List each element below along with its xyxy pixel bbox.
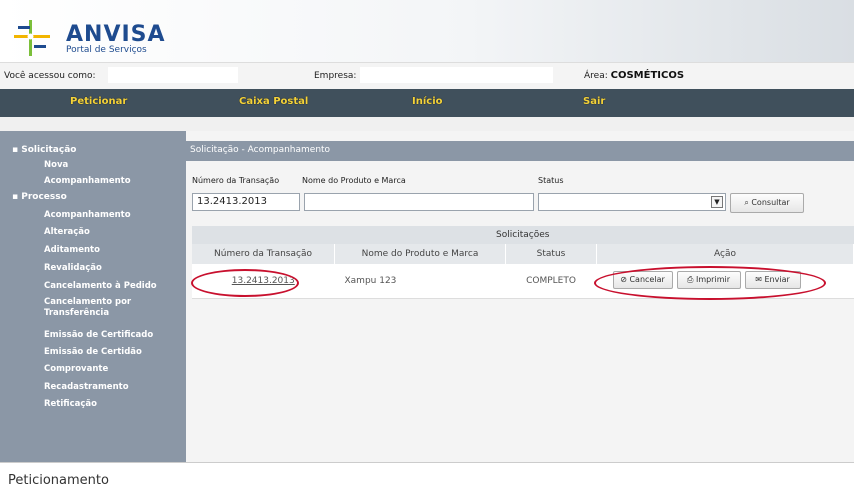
anvisa-logo-icon [14,20,50,56]
menu-square-icon: ▪ [12,192,19,202]
sidebar-item-nova[interactable]: Nova [44,160,184,171]
area-label: Área: COSMÉTICOS [584,70,685,81]
sidebar-item-recadastramento[interactable]: Recadastramento [44,382,184,393]
brand-title: ANVISA [66,22,166,47]
menu-square-icon: ▪ [12,145,19,155]
nav-inicio[interactable]: Início [412,96,443,107]
sidebar-section-solicitacao[interactable]: ▪ Solicitação [12,145,76,155]
sidebar-item-cancelamento-transferencia[interactable]: Cancelamento por Transferência [44,297,144,319]
search-icon: ⌕ [744,198,749,207]
header-action: Ação [596,244,854,264]
spacer [0,117,854,131]
table-caption: Solicitações [192,226,854,244]
product-label: Nome do Produto e Marca [302,176,406,185]
cell-status: COMPLETO [505,264,597,299]
sidebar-section-processo[interactable]: ▪ Processo [12,192,67,202]
main-content: Solicitação - Acompanhamento Número da T… [186,131,854,462]
highlight-circle-transaction [191,269,299,297]
footer: Peticionamento [0,462,854,498]
company-value [360,67,553,83]
user-value [108,67,238,83]
search-button[interactable]: ⌕ Consultar [730,193,804,213]
nav-sair[interactable]: Sair [583,96,605,107]
sidebar-item-revalidacao[interactable]: Revalidação [44,263,184,274]
nav-caixa-postal[interactable]: Caixa Postal [239,96,308,107]
table-header-row: Número da Transação Nome do Produto e Ma… [192,244,854,264]
cell-product: Xampu 123 [334,264,506,299]
transaction-input[interactable]: 13.2413.2013 [192,193,300,211]
area-value: COSMÉTICOS [610,70,685,81]
header-product: Nome do Produto e Marca [334,244,506,264]
footer-text: Peticionamento [8,473,109,488]
header-status: Status [505,244,597,264]
sidebar-item-acompanhamento-solicitacao[interactable]: Acompanhamento [44,176,184,187]
chevron-down-icon[interactable]: ▼ [711,196,723,208]
header: ANVISA Portal de Serviços [0,0,854,62]
sidebar-item-cancelamento-pedido[interactable]: Cancelamento à Pedido [44,281,184,292]
user-info-bar: Você acessou como: Empresa: Área: COSMÉT… [0,62,854,90]
sidebar-item-retificacao[interactable]: Retificação [44,399,184,410]
sidebar-item-alteracao[interactable]: Alteração [44,227,184,238]
sidebar-item-comprovante[interactable]: Comprovante [44,364,184,375]
sidebar-item-emissao-certificado[interactable]: Emissão de Certificado [44,330,184,341]
brand-subtitle: Portal de Serviços [66,45,147,55]
highlight-circle-actions [594,266,826,300]
sidebar-item-aditamento[interactable]: Aditamento [44,245,184,256]
status-select[interactable] [538,193,726,211]
panel-title: Solicitação - Acompanhamento [186,141,854,161]
sidebar: ▪ Solicitação Nova Acompanhamento ▪ Proc… [0,131,186,462]
sidebar-item-emissao-certidao[interactable]: Emissão de Certidão [44,347,184,358]
sidebar-item-acompanhamento[interactable]: Acompanhamento [44,210,184,221]
product-input[interactable] [304,193,534,211]
transaction-label: Número da Transação [192,176,280,185]
status-label: Status [538,176,564,185]
header-transaction: Número da Transação [192,244,335,264]
main-nav: Peticionar Caixa Postal Início Sair [0,89,854,117]
nav-peticionar[interactable]: Peticionar [70,96,127,107]
company-label: Empresa: [314,71,357,81]
user-label: Você acessou como: [4,71,96,81]
